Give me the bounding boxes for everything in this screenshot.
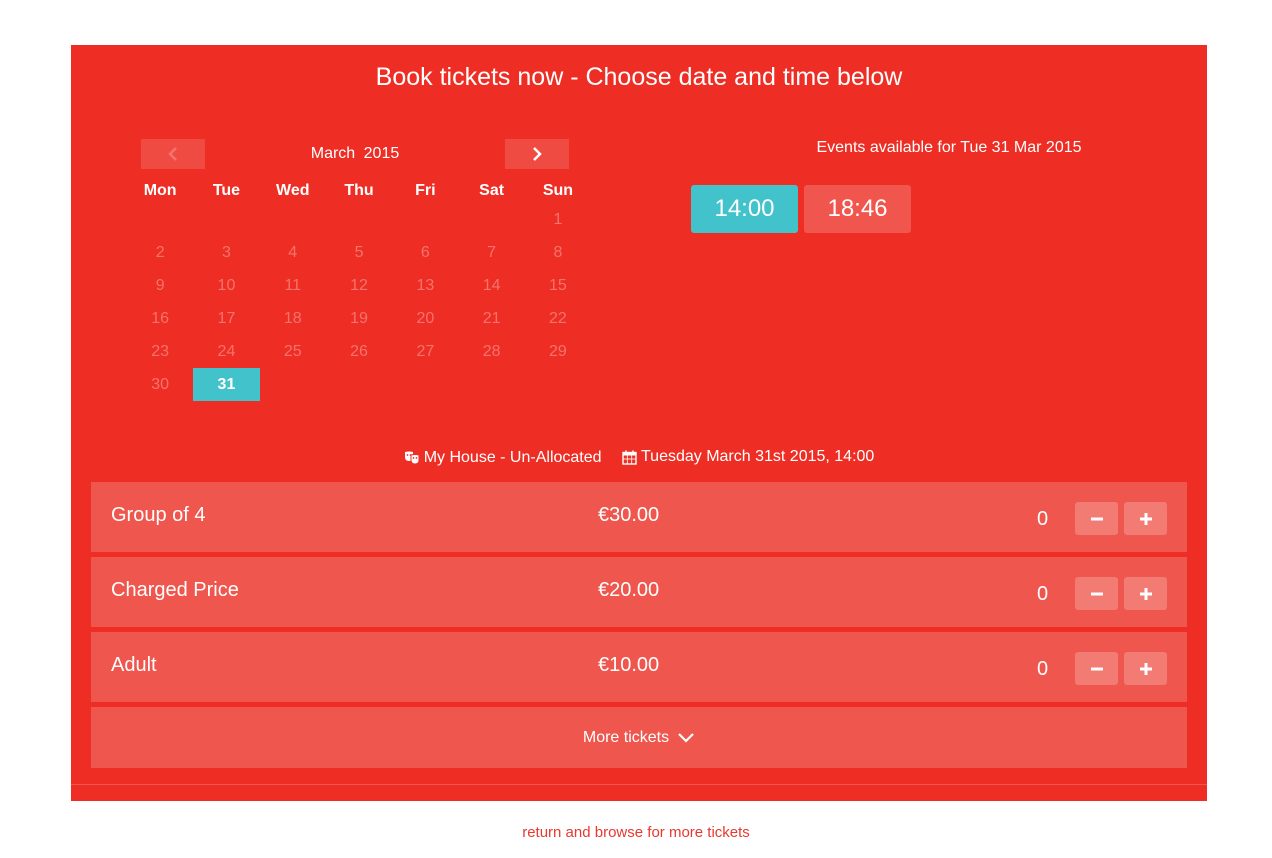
ticket-price: €30.00 — [598, 504, 660, 526]
chevron-right-icon — [533, 147, 542, 161]
divider — [71, 784, 1207, 785]
plus-icon — [1139, 512, 1152, 525]
page-title: Book tickets now - Choose date and time … — [375, 63, 903, 91]
ticket-row: Charged Price €20.00 0 — [91, 557, 1187, 627]
calendar-day — [392, 203, 458, 236]
calendar-day[interactable]: 9 — [127, 269, 193, 302]
event-info: My House - Un-Allocated Tuesday March 31… — [71, 448, 1207, 470]
return-browse-link[interactable]: return and browse for more tickets — [0, 824, 1272, 841]
ticket-row: Group of 4 €30.00 0 — [91, 482, 1187, 552]
calendar-weekday-header: Sat — [479, 182, 505, 199]
time-button-1400[interactable]: 14:00 — [691, 185, 798, 233]
booking-panel: Book tickets now - Choose date and time … — [71, 45, 1207, 801]
calendar-day — [260, 203, 326, 236]
theater-masks-icon — [404, 451, 420, 465]
calendar-day[interactable]: 22 — [525, 302, 591, 335]
calendar-day[interactable]: 11 — [260, 269, 326, 302]
calendar-day[interactable]: 8 — [525, 236, 591, 269]
calendar-month-year: March 2015 — [271, 145, 439, 163]
ticket-price: €20.00 — [598, 579, 660, 601]
venue-name: My House - Un-Allocated — [423, 448, 602, 466]
calendar-day[interactable]: 29 — [525, 335, 591, 368]
event-datetime: Tuesday March 31st 2015, 14:00 — [640, 448, 875, 465]
calendar-weekday-header: Fri — [415, 182, 436, 199]
calendar-grid: Mon Tue Wed Thu Fri Sat Sun 1 2 3 4 5 6 7 8 9 10 11 12 13 14… — [127, 179, 591, 401]
calendar-month: March — [310, 145, 356, 162]
increase-button[interactable] — [1124, 652, 1167, 685]
calendar-day[interactable]: 17 — [193, 302, 259, 335]
calendar-day[interactable]: 1 — [525, 203, 591, 236]
calendar-day[interactable]: 6 — [392, 236, 458, 269]
chevron-down-icon — [678, 732, 694, 743]
calendar-day[interactable]: 10 — [193, 269, 259, 302]
calendar-weekday-header: Mon — [143, 182, 177, 199]
ticket-quantity: 0 — [1037, 508, 1049, 530]
ticket-name: Group of 4 — [111, 504, 206, 526]
calendar-icon — [622, 450, 637, 465]
calendar-day[interactable]: 21 — [458, 302, 524, 335]
decrease-button[interactable] — [1075, 652, 1118, 685]
calendar-day[interactable]: 24 — [193, 335, 259, 368]
calendar-day — [127, 203, 193, 236]
time-button-1846[interactable]: 18:46 — [804, 185, 911, 233]
calendar-day[interactable]: 2 — [127, 236, 193, 269]
ticket-quantity: 0 — [1037, 658, 1049, 680]
calendar-weekday-header: Wed — [276, 182, 310, 199]
calendar-day[interactable]: 12 — [326, 269, 392, 302]
calendar-day[interactable]: 20 — [392, 302, 458, 335]
calendar-next-button[interactable] — [505, 139, 569, 169]
calendar-day[interactable]: 28 — [458, 335, 524, 368]
minus-icon — [1090, 592, 1103, 595]
calendar-day[interactable]: 7 — [458, 236, 524, 269]
calendar-day[interactable]: 4 — [260, 236, 326, 269]
decrease-button[interactable] — [1075, 502, 1118, 535]
chevron-left-icon — [168, 147, 177, 161]
more-tickets-label: More tickets — [582, 728, 670, 746]
calendar-day[interactable]: 14 — [458, 269, 524, 302]
calendar-day[interactable]: 30 — [127, 368, 193, 401]
ticket-quantity: 0 — [1037, 583, 1049, 605]
calendar-day[interactable]: 19 — [326, 302, 392, 335]
calendar-day[interactable]: 23 — [127, 335, 193, 368]
calendar-day[interactable]: 25 — [260, 335, 326, 368]
ticket-price: €10.00 — [598, 654, 660, 676]
increase-button[interactable] — [1124, 502, 1167, 535]
calendar-prev-button[interactable] — [141, 139, 205, 169]
more-tickets-button[interactable]: More tickets — [91, 707, 1187, 768]
calendar-day[interactable]: 18 — [260, 302, 326, 335]
calendar-day[interactable]: 13 — [392, 269, 458, 302]
plus-icon — [1139, 662, 1152, 675]
ticket-row: Adult €10.00 0 — [91, 632, 1187, 702]
calendar-weekday-header: Thu — [344, 182, 374, 199]
calendar-year: 2015 — [363, 145, 400, 162]
ticket-name: Charged Price — [111, 579, 239, 601]
calendar-day — [458, 203, 524, 236]
calendar-day-selected[interactable]: 31 — [193, 368, 260, 401]
plus-icon — [1139, 587, 1152, 600]
calendar-day[interactable]: 15 — [525, 269, 591, 302]
calendar-day[interactable]: 16 — [127, 302, 193, 335]
minus-icon — [1090, 667, 1103, 670]
calendar-day[interactable]: 27 — [392, 335, 458, 368]
calendar-day — [326, 203, 392, 236]
increase-button[interactable] — [1124, 577, 1167, 610]
calendar-day[interactable]: 5 — [326, 236, 392, 269]
ticket-name: Adult — [111, 654, 157, 676]
minus-icon — [1090, 517, 1103, 520]
decrease-button[interactable] — [1075, 577, 1118, 610]
calendar-weekday-header: Sun — [542, 182, 574, 199]
calendar-weekday-header: Tue — [212, 182, 241, 199]
calendar-day[interactable]: 26 — [326, 335, 392, 368]
calendar-day — [193, 203, 259, 236]
events-available-label: Events available for Tue 31 Mar 2015 — [816, 139, 1082, 156]
calendar-day[interactable]: 3 — [193, 236, 259, 269]
